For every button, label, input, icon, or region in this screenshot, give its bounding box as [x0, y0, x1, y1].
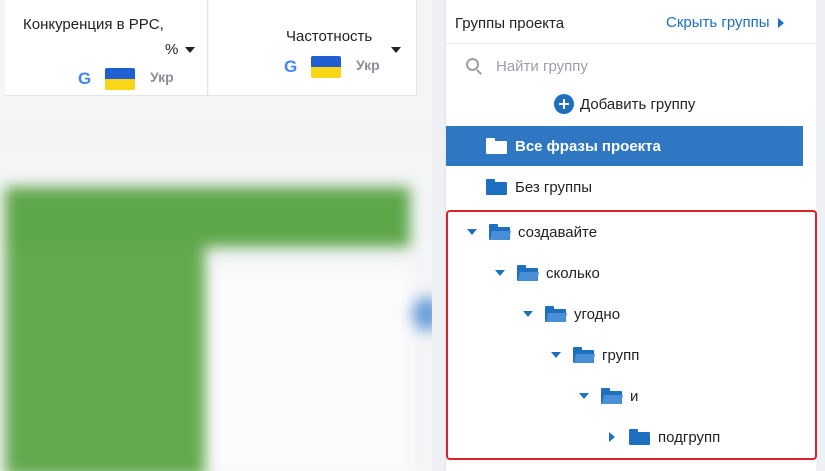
- group-label: Без группы: [515, 178, 593, 196]
- tree-item-label: угодно: [574, 305, 621, 323]
- tree-item-label: групп: [602, 346, 640, 364]
- keyword-table: Конкуренция в PPC, % G Укр Частотность G…: [0, 0, 432, 471]
- nested-groups-highlight: создавайте сколько угодно групп и подгру…: [446, 210, 817, 460]
- column-header-frequency[interactable]: Частотность G Укр: [209, 0, 417, 96]
- tree-item-level-1[interactable]: сколько: [495, 253, 600, 293]
- tree-item-label: подгрупп: [658, 428, 721, 446]
- ukraine-flag-icon: [311, 56, 341, 78]
- tree-item-label: создавайте: [518, 223, 598, 241]
- region-label: Укр: [150, 69, 174, 85]
- chevron-right-icon: [777, 17, 784, 28]
- search-icon: [466, 58, 482, 75]
- add-group-button[interactable]: Добавить группу: [554, 94, 695, 114]
- folder-open-icon: [573, 347, 595, 363]
- expand-caret-icon[interactable]: [495, 270, 505, 276]
- groups-panel-header: Группы проекта Скрыть группы: [446, 0, 817, 44]
- expand-caret-icon[interactable]: [579, 393, 589, 399]
- tree-item-level-4[interactable]: и: [579, 376, 638, 416]
- group-search: [466, 52, 786, 80]
- tree-item-level-0[interactable]: создавайте: [467, 212, 597, 252]
- sort-caret-icon[interactable]: [185, 47, 195, 53]
- folder-open-icon: [601, 388, 623, 404]
- group-item-all-phrases[interactable]: Все фразы проекта: [446, 126, 803, 166]
- hide-groups-button[interactable]: Скрыть группы: [666, 14, 784, 31]
- blurred-block: [210, 267, 410, 471]
- folder-icon: [486, 138, 507, 154]
- collapse-caret-icon[interactable]: [609, 432, 615, 442]
- expand-caret-icon[interactable]: [523, 311, 533, 317]
- group-item-no-group[interactable]: Без группы: [446, 167, 803, 207]
- folder-icon: [629, 429, 650, 445]
- groups-panel: Группы проекта Скрыть группы Добавить гр…: [445, 0, 817, 471]
- expand-caret-icon[interactable]: [467, 229, 477, 235]
- add-group-label: Добавить группу: [580, 95, 696, 113]
- ukraine-flag-icon: [105, 68, 135, 90]
- folder-open-icon: [545, 306, 567, 322]
- column-title: Частотность: [286, 28, 373, 45]
- folder-open-icon: [489, 224, 511, 240]
- blurred-button: [412, 297, 432, 331]
- row-divider: [0, 137, 432, 138]
- tree-item-level-3[interactable]: групп: [551, 335, 639, 375]
- tree-item-label: и: [630, 387, 639, 405]
- google-icon: G: [78, 69, 92, 88]
- blurred-block: [5, 247, 205, 471]
- group-search-input[interactable]: [496, 57, 756, 75]
- hide-groups-label: Скрыть группы: [666, 14, 770, 31]
- blurred-bar: [5, 187, 410, 247]
- google-icon: G: [284, 57, 298, 76]
- expand-caret-icon[interactable]: [551, 352, 561, 358]
- tree-item-level-5[interactable]: подгрупп: [609, 417, 720, 457]
- folder-icon: [486, 179, 507, 195]
- blurred-table-body: [0, 97, 432, 471]
- column-title-unit: %: [165, 41, 179, 58]
- sort-caret-icon[interactable]: [391, 47, 401, 53]
- group-label: Все фразы проекта: [515, 137, 661, 155]
- tree-item-level-2[interactable]: угодно: [523, 294, 620, 334]
- column-header-ppc-competition[interactable]: Конкуренция в PPC, % G Укр: [5, 0, 208, 96]
- tree-item-label: сколько: [546, 264, 600, 282]
- folder-open-icon: [517, 265, 539, 281]
- plus-circle-icon: [554, 94, 574, 114]
- column-title: Конкуренция в PPC,: [23, 16, 164, 33]
- panel-title: Группы проекта: [455, 15, 565, 32]
- region-label: Укр: [356, 57, 380, 73]
